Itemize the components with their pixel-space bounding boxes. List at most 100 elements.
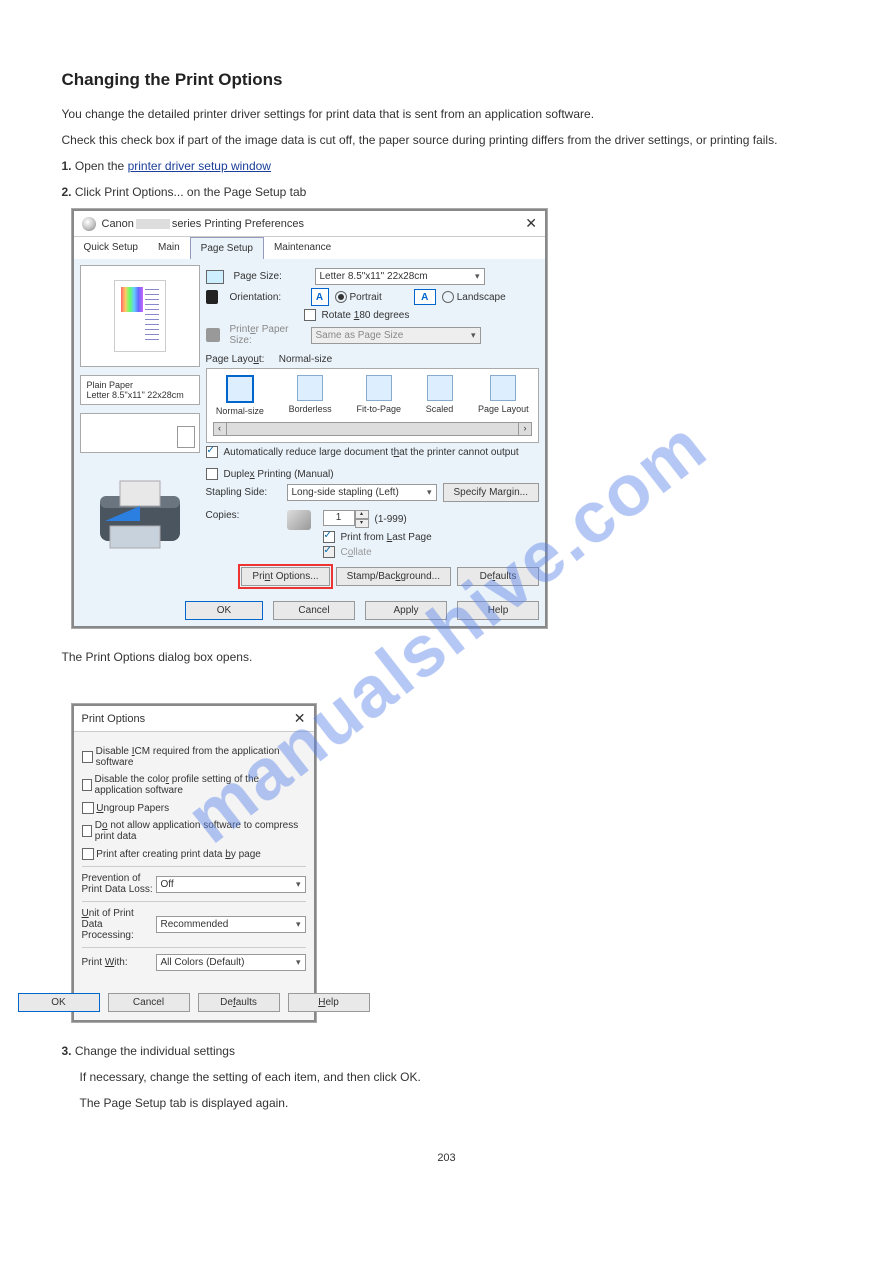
portrait-radio[interactable]: Portrait: [335, 291, 382, 303]
unit-label: Unit of Print Data Processing:: [82, 908, 156, 941]
landscape-icon: A: [414, 289, 436, 305]
copies-stepper[interactable]: 1 ▴▾: [323, 510, 369, 528]
prevention-label: Prevention of Print Data Loss:: [82, 873, 156, 895]
redacted-model: [136, 219, 170, 229]
close-icon[interactable]: ✕: [525, 215, 537, 232]
title-suffix: series Printing Preferences: [172, 218, 304, 230]
rotate-checkbox[interactable]: [304, 309, 316, 321]
po-help-button[interactable]: Help: [288, 993, 370, 1012]
po-ok-button[interactable]: OK: [18, 993, 100, 1012]
collate-checkbox: [323, 546, 335, 558]
po-compress-checkbox[interactable]: [82, 825, 93, 837]
landscape-radio[interactable]: Landscape: [442, 291, 506, 303]
layout-borderless[interactable]: Borderless: [289, 375, 332, 416]
cancel-button[interactable]: Cancel: [273, 601, 355, 620]
auto-reduce-label: Automatically reduce large document that…: [224, 447, 519, 458]
tab-page-setup[interactable]: Page Setup: [190, 237, 264, 259]
chevron-up-icon[interactable]: ▴: [355, 510, 369, 519]
page-size-label: Page Size:: [234, 271, 309, 282]
page-size-select[interactable]: Letter 8.5"x11" 22x28cm: [315, 268, 485, 285]
page-layout-label: Page Layout:: [206, 354, 273, 365]
scroll-right-icon[interactable]: ›: [518, 422, 532, 436]
page-title: Changing the Print Options: [62, 70, 832, 90]
help-button[interactable]: Help: [457, 601, 539, 620]
specify-margin-button[interactable]: Specify Margin...: [443, 483, 539, 502]
step-2-text: Click Print Options... on the Page Setup…: [75, 185, 306, 199]
printer-image: [80, 461, 200, 571]
stamp-background-button[interactable]: Stamp/Background...: [336, 567, 451, 586]
po-disable-color-checkbox[interactable]: [82, 779, 92, 791]
po-by-page-checkbox[interactable]: [82, 848, 94, 860]
intro-para-2: Check this check box if part of the imag…: [62, 131, 832, 149]
po-title-bar: Print Options ✕: [74, 706, 314, 732]
rotate-label: Rotate 180 degrees: [322, 310, 410, 321]
printer-paper-label: Printer Paper Size:: [230, 324, 305, 346]
auto-reduce-checkbox[interactable]: [206, 446, 218, 458]
po-title: Print Options: [82, 713, 146, 725]
defaults-button[interactable]: Defaults: [457, 567, 539, 586]
po-disable-color-label: Disable the color profile setting of the…: [95, 774, 306, 796]
after-dialog-text: The Print Options dialog box opens.: [62, 648, 832, 666]
blank-preview: [80, 413, 200, 453]
page-layout-value: Normal-size: [279, 354, 332, 365]
step-3-body: If necessary, change the setting of each…: [80, 1068, 832, 1086]
po-button-row: OK Cancel Defaults Help: [74, 985, 314, 1020]
stapling-label: Stapling Side:: [206, 487, 281, 498]
intro-para-1: You change the detailed printer driver s…: [62, 105, 832, 123]
copies-label: Copies:: [206, 510, 281, 521]
prevention-select[interactable]: Off: [156, 876, 306, 893]
monitor-icon: [206, 270, 224, 284]
ok-button[interactable]: OK: [185, 601, 263, 620]
po-by-page-label: Print after creating print data by page: [96, 849, 261, 860]
print-options-dialog: Print Options ✕ Disable ICM required fro…: [72, 704, 316, 1022]
print-last-checkbox[interactable]: [323, 531, 335, 543]
print-options-button[interactable]: Print Options...: [241, 567, 329, 586]
po-disable-icm-checkbox[interactable]: [82, 751, 93, 763]
tab-maintenance[interactable]: Maintenance: [264, 237, 341, 259]
po-ungroup-checkbox[interactable]: [82, 802, 94, 814]
po-close-icon[interactable]: ✕: [294, 710, 306, 727]
collate-label: Collate: [341, 547, 372, 558]
footer-text: The Page Setup tab is displayed again.: [80, 1094, 832, 1112]
po-cancel-button[interactable]: Cancel: [108, 993, 190, 1012]
page-number: 203: [62, 1152, 832, 1164]
driver-window-link[interactable]: printer driver setup window: [128, 159, 271, 173]
tab-main[interactable]: Main: [148, 237, 190, 259]
layout-scaled[interactable]: Scaled: [426, 375, 454, 416]
copies-icon: [287, 510, 311, 530]
step-3-num: 3.: [62, 1044, 72, 1058]
step-1-prefix: Open the: [75, 159, 128, 173]
scroll-left-icon[interactable]: ‹: [213, 422, 227, 436]
printer-paper-icon: [206, 328, 220, 342]
duplex-checkbox[interactable]: [206, 468, 218, 480]
apply-button[interactable]: Apply: [365, 601, 447, 620]
layout-fit[interactable]: Fit-to-Page: [356, 375, 401, 416]
media-size: Letter 8.5"x11" 22x28cm: [87, 390, 193, 400]
step-2: 2. Click Print Options... on the Page Se…: [62, 183, 832, 201]
print-with-label: Print With:: [82, 957, 156, 968]
po-defaults-button[interactable]: Defaults: [198, 993, 280, 1012]
step-3-text: Change the individual settings: [75, 1044, 235, 1058]
printer-small-icon: [206, 290, 218, 304]
portrait-icon: A: [311, 288, 329, 306]
unit-select[interactable]: Recommended: [156, 916, 306, 933]
stapling-select[interactable]: Long-side stapling (Left): [287, 484, 437, 501]
layout-page[interactable]: Page Layout: [478, 375, 529, 416]
step-1-num: 1.: [62, 159, 72, 173]
print-with-select[interactable]: All Colors (Default): [156, 954, 306, 971]
step-1: 1. Open the printer driver setup window: [62, 157, 832, 175]
chevron-down-icon[interactable]: ▾: [355, 519, 369, 528]
printer-icon: [82, 217, 96, 231]
title-prefix: Canon: [102, 218, 134, 230]
printer-paper-select: Same as Page Size: [311, 327, 481, 344]
step-2-num: 2.: [62, 185, 72, 199]
tab-quick-setup[interactable]: Quick Setup: [74, 237, 148, 259]
layout-scrollbar[interactable]: ‹ ›: [213, 422, 532, 436]
layout-panel: Normal-size Borderless Fit-to-Page Scale…: [206, 368, 539, 443]
layout-normal[interactable]: Normal-size: [216, 375, 264, 416]
step-3: 3. Change the individual settings: [62, 1042, 832, 1060]
po-compress-label: Do not allow application software to com…: [95, 820, 306, 842]
tab-bar: Quick Setup Main Page Setup Maintenance: [74, 237, 545, 259]
copies-range: (1-999): [375, 514, 407, 525]
dialog-button-row: OK Cancel Apply Help: [74, 595, 545, 626]
